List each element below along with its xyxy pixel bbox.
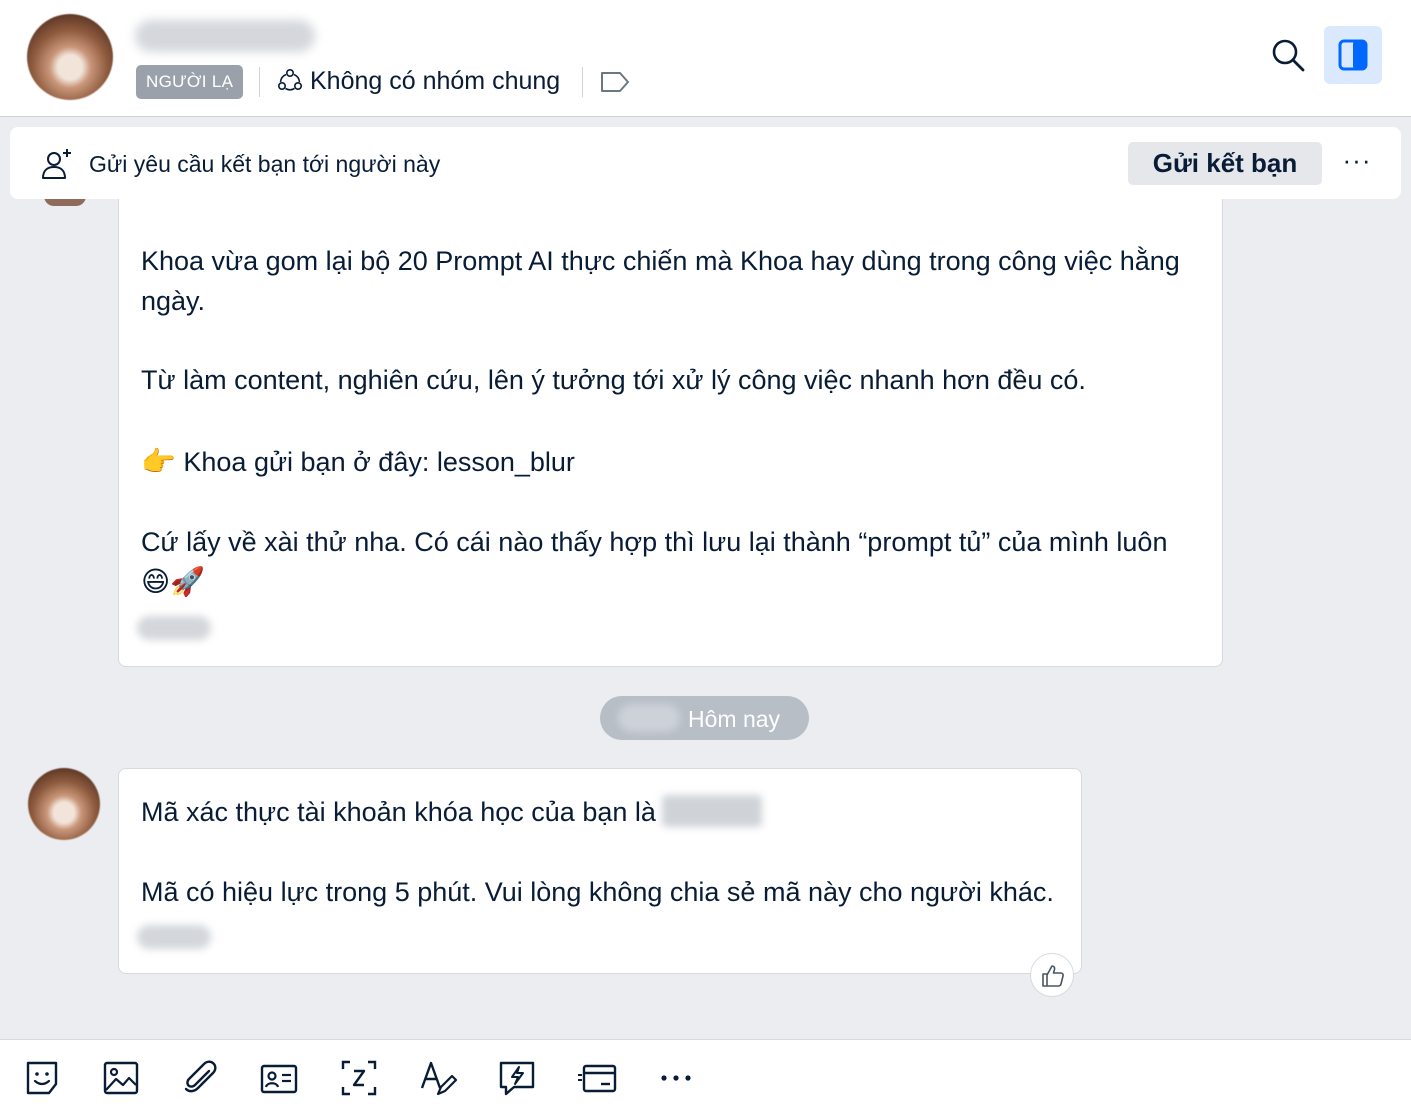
- attachment-icon: [184, 1060, 217, 1093]
- stranger-badge: NGƯỜI LẠ: [136, 65, 244, 99]
- contact-card-button[interactable]: [259, 1058, 299, 1098]
- sidebar-toggle-icon: [1338, 39, 1368, 71]
- divider: [582, 67, 583, 97]
- group-icon: [277, 68, 302, 91]
- attach-file-button[interactable]: [180, 1058, 220, 1098]
- friend-request-prompt: Gửi yêu cầu kết bạn tới người này: [89, 151, 441, 177]
- tag-icon[interactable]: [599, 70, 631, 94]
- text-format-icon: [420, 1061, 458, 1096]
- chat-header: NGƯỜI LẠ Không có nhóm chung: [0, 0, 1411, 117]
- screenshot-icon: [341, 1060, 377, 1096]
- message-text: Mã có hiệu lực trong 5 phút. Vui lòng kh…: [141, 877, 1054, 907]
- sticker-icon: [26, 1061, 58, 1095]
- contact-avatar[interactable]: [27, 14, 113, 100]
- common-groups-text[interactable]: Không có nhóm chung: [310, 64, 560, 98]
- message-timestamp-redacted: [137, 616, 211, 640]
- sidebar-toggle-button[interactable]: [1324, 26, 1382, 84]
- verification-code-redacted: [661, 795, 762, 827]
- friend-request-bar: Gửi yêu cầu kết bạn tới người này Gửi kế…: [10, 127, 1401, 199]
- pointing-hand-emoji: 👉: [141, 445, 176, 478]
- card-icon: [578, 1064, 617, 1093]
- thumbs-up-icon: [1042, 965, 1064, 987]
- message-text: Từ làm content, nghiên cứu, lên ý tưởng …: [141, 365, 1086, 395]
- quick-message-icon: [499, 1061, 535, 1096]
- screenshot-button[interactable]: [339, 1058, 379, 1098]
- more-tools-button[interactable]: [656, 1058, 696, 1098]
- message-bubble[interactable]: Khoa vừa gom lại bộ 20 Prompt AI thực ch…: [118, 182, 1223, 667]
- image-icon: [103, 1061, 139, 1095]
- quick-message-button[interactable]: [497, 1058, 537, 1098]
- card-button[interactable]: [577, 1058, 617, 1098]
- date-label: Hôm nay: [688, 706, 781, 732]
- search-icon[interactable]: [1269, 36, 1307, 74]
- date-redacted: [618, 704, 680, 732]
- sender-avatar[interactable]: [28, 768, 100, 840]
- message-text: Cứ lấy về xài thử nha. Có cái nào thấy h…: [141, 527, 1168, 557]
- date-separator: Hôm nay: [600, 696, 809, 740]
- image-button[interactable]: [101, 1058, 141, 1098]
- text-format-button[interactable]: [418, 1058, 458, 1098]
- message-emojis: 😄🚀: [141, 562, 205, 602]
- divider: [259, 67, 260, 97]
- message-text-line: Mã xác thực tài khoản khóa học của bạn l…: [141, 792, 762, 832]
- send-friend-request-button[interactable]: Gửi kết bạn: [1128, 142, 1322, 185]
- message-text: Mã xác thực tài khoản khóa học của bạn l…: [141, 797, 656, 827]
- grin-rocket-emoji: 😄🚀: [141, 565, 206, 598]
- message-text: Khoa gửi bạn ở đây: lesson_blur: [183, 447, 575, 477]
- add-user-icon: [42, 149, 71, 179]
- reaction-button[interactable]: [1030, 953, 1074, 997]
- more-icon: [661, 1075, 691, 1081]
- message-timestamp-redacted: [137, 925, 211, 949]
- more-options-button[interactable]: ···: [1342, 145, 1372, 181]
- message-text: Khoa vừa gom lại bộ 20 Prompt AI thực ch…: [141, 246, 1180, 316]
- composer-toolbar: [0, 1039, 1411, 1115]
- contact-card-icon: [260, 1064, 298, 1094]
- message-bubble[interactable]: Mã xác thực tài khoản khóa học của bạn l…: [118, 768, 1082, 974]
- sticker-button[interactable]: [22, 1058, 62, 1098]
- message-text-line: 👉 Khoa gửi bạn ở đây: lesson_blur: [141, 442, 575, 482]
- contact-name-redacted[interactable]: [135, 20, 315, 52]
